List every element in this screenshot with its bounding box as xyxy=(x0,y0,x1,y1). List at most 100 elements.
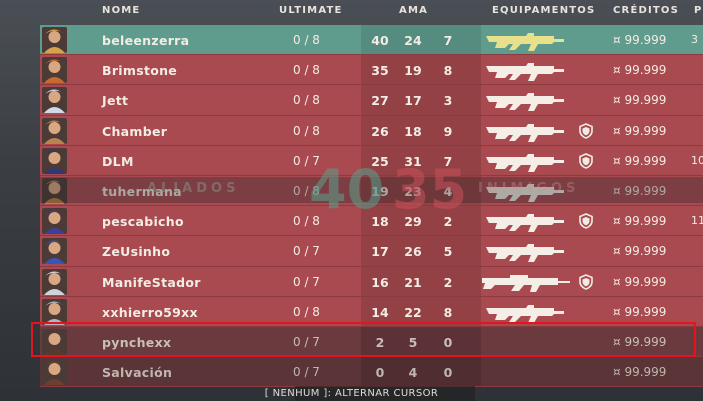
header-equipment: EQUIPAMENTOS xyxy=(492,5,596,16)
assists: 8 xyxy=(443,63,453,79)
player-name: Jett xyxy=(102,93,129,109)
deaths: 19 xyxy=(404,63,422,79)
ultimate-points: 0 / 8 xyxy=(293,63,320,78)
ultimate-points: 0 / 8 xyxy=(293,93,320,108)
rifle-weapon-icon xyxy=(482,88,572,112)
player-row[interactable]: Salvación 0 / 7 0 4 0 ¤ 99.999 xyxy=(40,357,703,388)
kills: 27 xyxy=(371,93,389,109)
ultimate-points: 0 / 8 xyxy=(293,304,320,319)
rifle-weapon-icon xyxy=(482,209,572,233)
rifle-weapon-icon xyxy=(482,119,572,143)
agent-portrait xyxy=(42,268,67,295)
credits: ¤ 99.999 xyxy=(613,304,667,319)
rifle-weapon-icon xyxy=(482,300,572,324)
agent-portrait xyxy=(42,27,67,53)
kills: 40 xyxy=(371,33,389,48)
assists: 3 xyxy=(443,93,453,109)
rifle-weapon-icon xyxy=(482,58,572,82)
player-name: pescabicho xyxy=(102,214,184,230)
deaths: 17 xyxy=(404,93,422,109)
heavy-shield-icon xyxy=(578,122,594,139)
heavy-shield-icon xyxy=(578,152,594,169)
kills: 35 xyxy=(371,63,389,79)
credits: ¤ 99.999 xyxy=(613,274,667,289)
credits: ¤ 99.999 xyxy=(613,123,667,138)
heavy-shield-icon xyxy=(578,273,594,290)
credits: ¤ 99.999 xyxy=(613,93,667,108)
agent-portrait xyxy=(42,238,67,265)
ultimate-points: 0 / 7 xyxy=(293,244,320,259)
sniper-weapon-icon xyxy=(480,270,572,294)
heavy-shield-icon xyxy=(578,213,594,229)
player-row[interactable]: Chamber 0 / 8 26 18 9 ¤ 99.999 xyxy=(40,115,703,146)
player-name: ManifeStador xyxy=(102,274,201,290)
agent-portrait xyxy=(42,177,67,204)
player-name: Brimstone xyxy=(102,63,178,79)
assists: 8 xyxy=(443,304,453,320)
deaths: 21 xyxy=(404,274,422,290)
credits: ¤ 99.999 xyxy=(613,244,667,259)
deaths: 22 xyxy=(404,304,422,320)
deaths: 24 xyxy=(404,33,422,48)
assists: 7 xyxy=(443,33,453,48)
rifle-weapon-icon xyxy=(482,28,572,52)
agent-portrait xyxy=(42,298,67,325)
header-name: NOME xyxy=(102,5,141,16)
player-name: Chamber xyxy=(102,123,168,139)
ally-label: ALIADOS xyxy=(147,181,240,196)
assists: 0 xyxy=(443,365,453,381)
enemy-label: INIMIGOS xyxy=(478,181,580,196)
header-extra: PI xyxy=(694,5,703,16)
ultimate-points: 0 / 7 xyxy=(293,365,320,380)
credits: ¤ 99.999 xyxy=(613,33,667,47)
player-row[interactable]: Jett 0 / 8 27 17 3 ¤ 99.999 xyxy=(40,85,703,116)
header-credits: CRÉDITOS xyxy=(613,5,680,16)
assists: 2 xyxy=(443,274,453,290)
ultimate-points: 0 / 7 xyxy=(293,274,320,289)
enemy-score: 35 xyxy=(392,158,468,221)
header-kda: AMA xyxy=(399,5,429,16)
extra-stat: 11 xyxy=(691,214,703,228)
player-name: ZeUsinho xyxy=(102,244,171,260)
credits: ¤ 99.999 xyxy=(613,153,667,168)
deaths: 26 xyxy=(404,244,422,260)
cursor-hint: [ NENHUM ]: ALTERNAR CURSOR xyxy=(264,388,439,399)
player-row[interactable]: Brimstone 0 / 8 35 19 8 ¤ 99.999 xyxy=(40,55,703,86)
agent-portrait xyxy=(42,208,67,235)
kills: 0 xyxy=(375,365,385,381)
selected-player-highlight xyxy=(31,322,696,357)
agent-portrait xyxy=(42,87,67,114)
assists: 5 xyxy=(443,244,453,260)
kills: 14 xyxy=(371,304,389,320)
agent-portrait xyxy=(42,117,67,144)
player-row[interactable]: ZeUsinho 0 / 7 17 26 5 ¤ 99.999 xyxy=(40,236,703,267)
scoreboard-header: NOME ULTIMATE AMA EQUIPAMENTOS CRÉDITOS … xyxy=(40,0,703,22)
deaths: 4 xyxy=(408,365,418,381)
ally-score: 40 xyxy=(309,158,385,221)
rifle-weapon-icon xyxy=(482,239,572,263)
ultimate-points: 0 / 8 xyxy=(293,33,320,47)
player-name: DLM xyxy=(102,153,134,169)
ultimate-points: 0 / 8 xyxy=(293,123,320,138)
player-name: beleenzerra xyxy=(102,33,190,48)
extra-stat: 10 xyxy=(691,153,703,167)
agent-portrait xyxy=(42,147,67,174)
credits: ¤ 99.999 xyxy=(613,214,667,229)
credits: ¤ 99.999 xyxy=(613,63,667,78)
extra-stat: 3 xyxy=(691,33,698,46)
player-name: xxhierro59xx xyxy=(102,304,198,320)
agent-portrait xyxy=(42,359,67,386)
kills: 26 xyxy=(371,123,389,139)
player-name: Salvación xyxy=(102,365,173,381)
assists: 9 xyxy=(443,123,453,139)
player-row[interactable]: ManifeStador 0 / 7 16 21 2 ¤ 99.999 xyxy=(40,266,703,297)
rifle-weapon-icon xyxy=(482,149,572,173)
credits: ¤ 99.999 xyxy=(613,183,667,198)
kills: 16 xyxy=(371,274,389,290)
credits: ¤ 99.999 xyxy=(613,365,667,380)
player-row[interactable]: beleenzerra 0 / 8 40 24 7 ¤ 99.999 3 xyxy=(40,25,703,56)
deaths: 18 xyxy=(404,123,422,139)
agent-portrait xyxy=(42,57,67,84)
header-ultimate: ULTIMATE xyxy=(279,5,343,16)
kills: 17 xyxy=(371,244,389,260)
